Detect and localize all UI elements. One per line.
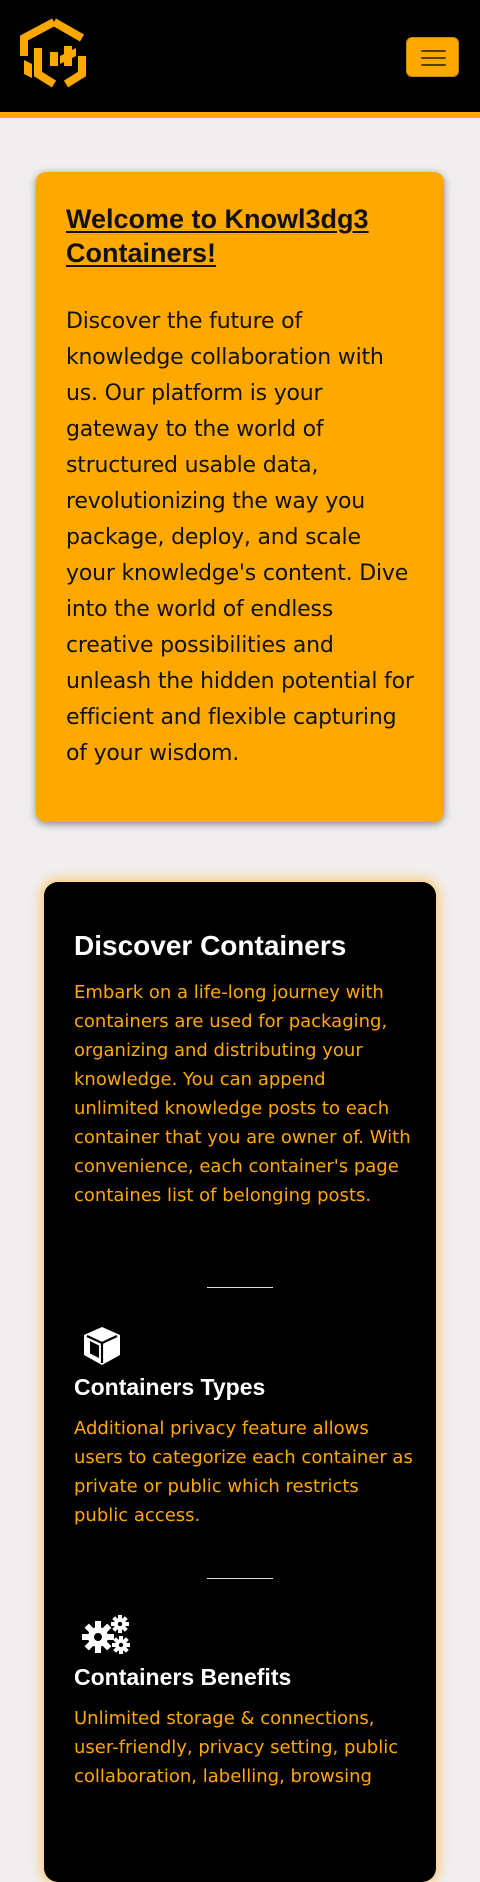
box-icon xyxy=(84,1327,120,1365)
hamburger-icon xyxy=(421,50,446,52)
k3c-logo-icon[interactable] xyxy=(16,16,88,94)
feature-title: Containers Benefits xyxy=(74,1664,292,1690)
welcome-text: Discover the future of knowledge collabo… xyxy=(66,309,414,766)
divider xyxy=(207,1578,273,1579)
discover-containers-card: Discover Containers Embark on a life-lon… xyxy=(44,882,436,1882)
navbar xyxy=(0,0,480,118)
menu-toggle-button[interactable] xyxy=(406,37,459,77)
discover-text: Embark on a life-long journey with conta… xyxy=(74,982,411,1206)
welcome-card: Welcome to Knowl3dg3 Containers! Discove… xyxy=(36,172,444,822)
feature-text: Additional privacy feature allows users … xyxy=(74,1418,413,1526)
feature-text: Unlimited storage & connections, user-fr… xyxy=(74,1708,399,1787)
discover-title: Discover Containers xyxy=(74,930,347,961)
gears-icon xyxy=(82,1615,130,1654)
feature-title: Containers Types xyxy=(74,1374,266,1400)
divider xyxy=(207,1287,273,1288)
welcome-title: Welcome to Knowl3dg3 Containers! xyxy=(66,204,369,268)
